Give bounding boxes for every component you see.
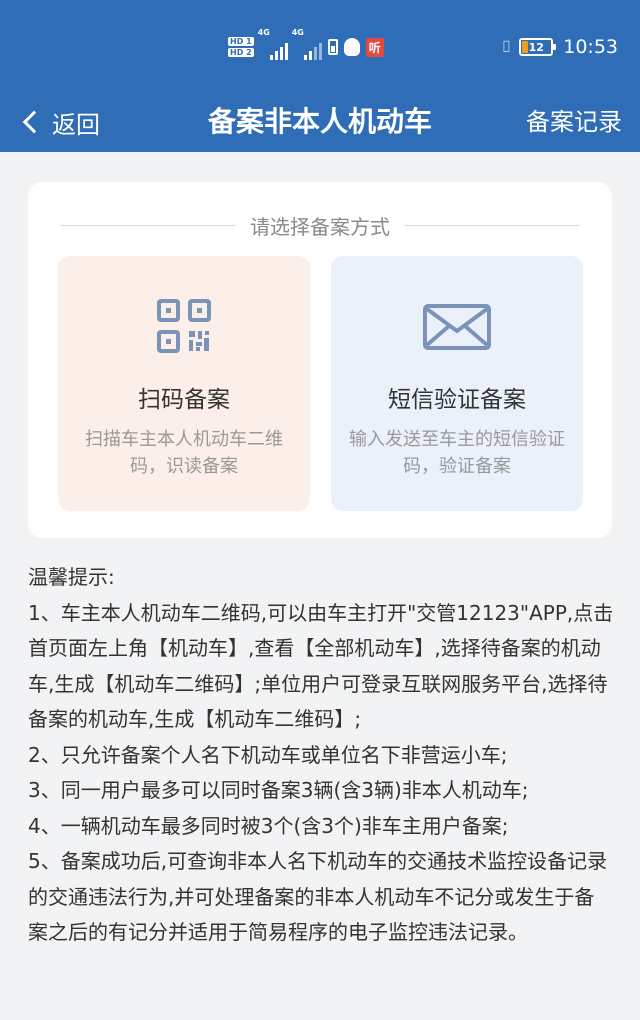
divider-line-right <box>404 224 580 226</box>
signal-icon-2: 4G <box>292 28 322 60</box>
vibrate-icon: ⌷ <box>501 37 512 56</box>
status-icons-right: ⌷ 12 10:53 <box>502 33 618 61</box>
scan-option-title: 扫码备案 <box>138 387 230 413</box>
status-bar: HD 1 HD 2 4G 4G 听 ⌷ 12 10:53 <box>0 0 640 92</box>
scan-register-option[interactable]: 扫码备案 扫描车主本人机动车二维码，识读备案 <box>58 256 310 511</box>
method-divider: 请选择备案方式 <box>60 210 580 240</box>
tips-section: 温馨提示: 1、车主本人机动车二维码,可以由车主打开"交管12123"APP,点… <box>28 560 614 951</box>
sms-register-option[interactable]: 短信验证备案 输入发送至车主的短信验证码，验证备案 <box>331 256 583 511</box>
signal-icon-1: 4G <box>258 28 288 60</box>
scan-option-desc: 扫描车主本人机动车二维码，识读备案 <box>85 429 283 477</box>
tip-item-1: 1、车主本人机动车二维码,可以由车主打开"交管12123"APP,点击首页面左上… <box>28 600 614 732</box>
chevron-left-icon <box>22 110 46 134</box>
divider-text: 请选择备案方式 <box>250 214 390 239</box>
small-battery-icon <box>327 39 338 55</box>
records-button[interactable]: 备案记录 <box>526 100 622 144</box>
hd-icons: HD 1 HD 2 <box>228 37 254 57</box>
back-button[interactable]: 返回 <box>20 100 100 144</box>
sms-option-desc: 输入发送至车主的短信验证码，验证备案 <box>349 429 565 477</box>
qr-code-icon <box>58 298 310 354</box>
sms-option-title: 短信验证备案 <box>388 387 526 413</box>
tips-title: 温馨提示: <box>28 565 115 589</box>
method-card: 请选择备案方式 扫码备案 扫描车主本人机动车二维码，识读备案 短信验证备案 输入… <box>28 182 612 538</box>
nav-bar: 返回 备案非本人机动车 备案记录 <box>0 92 640 152</box>
tip-item-3: 3、同一用户最多可以同时备案3辆(含3辆)非本人机动车; <box>28 778 529 802</box>
back-label: 返回 <box>52 110 100 139</box>
hd-icon-1: HD 1 <box>228 37 254 46</box>
battery-level: 12 <box>528 40 544 54</box>
tip-item-5: 5、备案成功后,可查询非本人名下机动车的交通技术监控设备记录的交通违法行为,并可… <box>28 849 608 944</box>
tip-item-4: 4、一辆机动车最多同时被3个(含3个)非车主用户备案; <box>28 813 509 838</box>
divider-line-left <box>60 224 236 226</box>
ting-app-icon: 听 <box>365 37 384 57</box>
tip-item-2: 2、只允许备案个人名下机动车或单位名下非营运小车; <box>28 742 508 767</box>
battery-icon: 12 <box>519 38 557 56</box>
status-icons-left: HD 1 HD 2 4G 4G 听 <box>228 28 384 64</box>
hd-icon-2: HD 2 <box>228 48 254 57</box>
envelope-icon <box>331 298 583 354</box>
clock: 10:53 <box>563 36 618 58</box>
header: HD 1 HD 2 4G 4G 听 ⌷ 12 10:53 返回 备案非本人机动车… <box>0 0 640 152</box>
qq-penguin-icon <box>343 38 360 56</box>
